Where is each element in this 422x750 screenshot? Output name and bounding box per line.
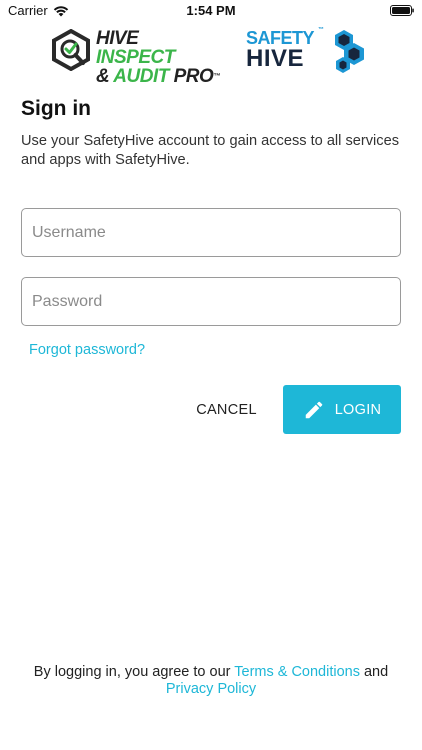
hive-tm: ™ <box>213 73 220 80</box>
cancel-button[interactable]: CANCEL <box>189 385 264 434</box>
terms-prefix: By logging in, you agree to our <box>33 664 235 680</box>
hive-inspect-audit-pro-logo: HIVE INSPECT & AUDIT PRO™ <box>50 27 220 86</box>
login-button[interactable]: LOGIN <box>283 385 401 434</box>
status-time: 1:54 PM <box>186 3 236 18</box>
inspect-word: INSPECT <box>96 47 175 68</box>
signin-description: Use your SafetyHive account to gain acce… <box>21 133 399 168</box>
hive-word: HIVE <box>96 28 139 49</box>
pencil-icon <box>305 401 322 418</box>
pro-word: PRO <box>173 66 214 87</box>
hive-word-navy: HIVE <box>246 45 305 72</box>
page-title: Sign in <box>21 97 91 120</box>
brand-logos: HIVE INSPECT & AUDIT PRO™ SAFETY HIVE ™ <box>0 27 422 86</box>
hive-inspect-wordmark: HIVE INSPECT & AUDIT PRO™ <box>96 29 220 86</box>
username-field-container <box>21 208 401 257</box>
terms-notice: By logging in, you agree to our Terms & … <box>0 664 422 698</box>
ampersand-word: & <box>96 66 114 87</box>
audit-word: AUDIT <box>113 66 174 87</box>
battery-icon <box>390 5 414 16</box>
forgot-password-link[interactable]: Forgot password? <box>29 342 145 358</box>
safety-hive-wordmark: SAFETY HIVE <box>246 29 315 72</box>
hexagon-cluster-icon <box>335 30 364 73</box>
terms-and: and <box>359 664 389 680</box>
password-input[interactable] <box>22 278 400 325</box>
username-input[interactable] <box>22 209 400 256</box>
hive-inspect-magnifier-icon <box>52 29 90 71</box>
privacy-policy-link[interactable]: Privacy Policy <box>166 681 256 697</box>
terms-conditions-link[interactable]: Terms & Conditions <box>234 664 360 680</box>
login-button-label: LOGIN <box>334 401 382 418</box>
password-field-container <box>21 277 401 326</box>
safety-hive-logo: SAFETY HIVE ™ <box>246 27 368 73</box>
status-bar: Carrier 1:54 PM <box>0 0 422 22</box>
